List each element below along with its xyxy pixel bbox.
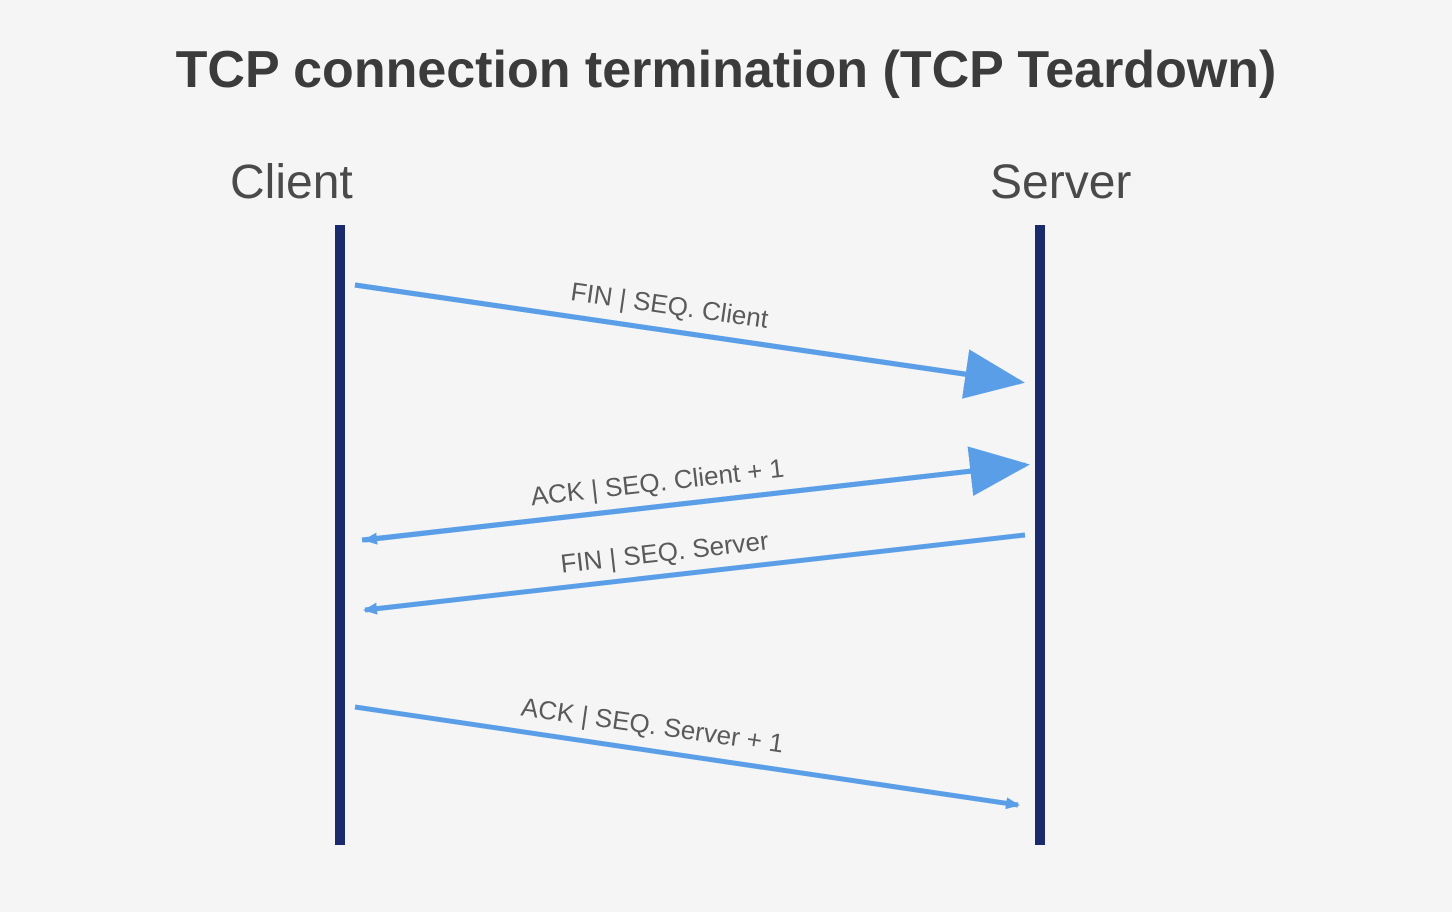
client-lifeline	[335, 225, 345, 845]
diagram-title: TCP connection termination (TCP Teardown…	[0, 40, 1452, 100]
server-lifeline	[1035, 225, 1045, 845]
message-arrows	[0, 0, 1452, 912]
msg-label-3: FIN | SEQ. Server	[559, 525, 770, 579]
client-label: Client	[230, 155, 353, 210]
msg-label-2: ACK | SEQ. Client + 1	[529, 453, 785, 513]
message-arrows-layer	[0, 0, 1452, 912]
msg-label-4: ACK | SEQ. Server + 1	[519, 692, 785, 760]
server-label: Server	[990, 155, 1131, 210]
msg-label-1: FIN | SEQ. Client	[569, 276, 770, 335]
